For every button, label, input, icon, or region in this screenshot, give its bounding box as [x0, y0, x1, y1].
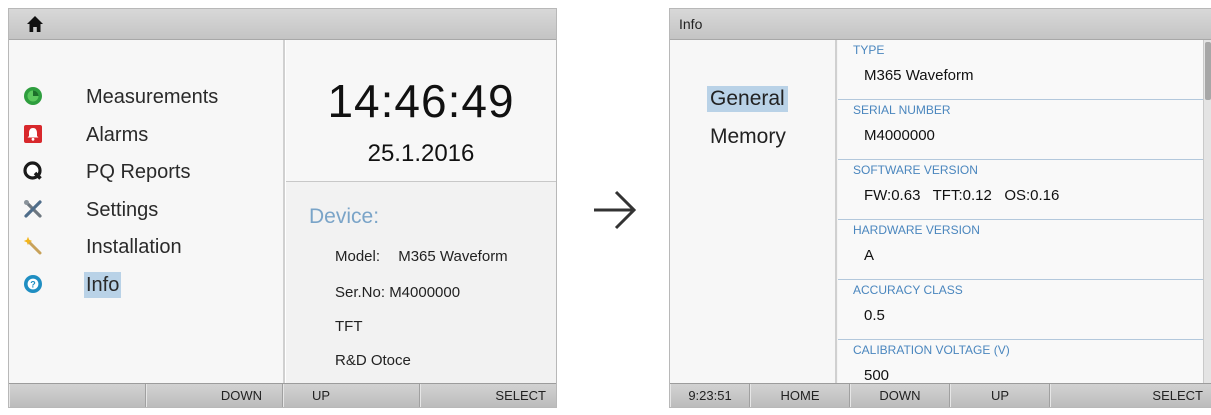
right-arrow-icon — [594, 190, 637, 230]
softkey-up[interactable]: UP — [950, 384, 1050, 407]
softkey-label: SELECT — [1152, 388, 1203, 403]
svg-text:?: ? — [30, 280, 36, 290]
softkey-label: DOWN — [220, 388, 262, 403]
home-icon[interactable] — [26, 15, 44, 33]
title-bar — [9, 9, 556, 40]
device-display: TFT — [335, 318, 363, 335]
menu-label: Measurements — [86, 86, 219, 108]
field-value: A — [864, 247, 875, 264]
screen-title: Info — [679, 16, 703, 32]
menu-item-measurements[interactable]: Measurements — [23, 82, 273, 112]
pq-reports-icon — [23, 161, 42, 180]
softkey-label: SELECT — [495, 388, 546, 403]
field-value: M365 Waveform — [864, 67, 974, 84]
softkey-select[interactable]: SELECT — [420, 384, 556, 407]
field-label: HARDWARE VERSION — [853, 223, 980, 237]
menu-label: Alarms — [86, 124, 149, 146]
menu-label: PQ Reports — [86, 161, 191, 183]
info-nav: General Memory — [670, 40, 835, 385]
softkey-bar: 9:23:51 HOME DOWN UP SELECT — [670, 383, 1211, 407]
measurements-icon — [24, 87, 42, 105]
field-label: ACCURACY CLASS — [853, 283, 963, 297]
installation-wand-icon — [23, 236, 42, 255]
info-field-software-version: SOFTWARE VERSION FW:0.63 TFT:0.12 OS:0.1… — [838, 160, 1205, 220]
info-screen: Info General Memory TYPE M365 Waveform S… — [669, 8, 1211, 408]
menu-label: Info — [84, 272, 122, 298]
device-model-value: M365 Waveform — [398, 248, 508, 265]
softkey-bar: DOWN UP SELECT — [9, 383, 556, 407]
nav-item-memory[interactable]: Memory — [707, 124, 789, 150]
field-label: SOFTWARE VERSION — [853, 163, 978, 177]
field-value: M4000000 — [864, 127, 935, 144]
softkey-label: UP — [990, 388, 1010, 403]
info-field-accuracy-class: ACCURACY CLASS 0.5 — [838, 280, 1205, 340]
status-time: 9:23:51 — [670, 384, 750, 407]
main-menu-screen: Measurements Alarms PQ Reports Settings … — [8, 8, 557, 408]
field-label: SERIAL NUMBER — [853, 103, 951, 117]
panel-divider — [835, 40, 837, 385]
softkey-home[interactable]: HOME — [750, 384, 850, 407]
menu-item-info[interactable]: ? Info — [23, 270, 273, 300]
scroll-thumb[interactable] — [1205, 42, 1211, 100]
main-menu: Measurements Alarms PQ Reports Settings … — [9, 40, 283, 385]
menu-item-alarms[interactable]: Alarms — [23, 120, 273, 150]
softkey-label: DOWN — [879, 388, 921, 403]
field-value: FW:0.63 TFT:0.12 OS:0.16 — [864, 187, 1060, 204]
softkey-label: HOME — [780, 388, 820, 403]
scrollbar[interactable] — [1203, 40, 1211, 385]
softkey-down[interactable]: DOWN — [146, 384, 283, 407]
info-fields: TYPE M365 Waveform SERIAL NUMBER M400000… — [838, 40, 1205, 385]
device-heading: Device: — [309, 205, 380, 228]
clock-date: 25.1.2016 — [367, 140, 475, 167]
clock-time: 14:46:49 — [327, 75, 515, 127]
menu-label: Installation — [86, 236, 182, 258]
nav-item-general[interactable]: General — [707, 86, 788, 112]
softkey-select[interactable]: SELECT — [1050, 384, 1211, 407]
device-serial: Ser.No: M4000000 — [335, 284, 461, 301]
menu-label: Settings — [86, 199, 159, 221]
field-value: 500 — [864, 367, 890, 384]
info-icon: ? — [24, 275, 42, 293]
softkey-label: UP — [312, 388, 331, 403]
softkey-up[interactable]: UP — [283, 384, 420, 407]
device-location: R&D Otoce — [335, 352, 411, 369]
menu-item-pq-reports[interactable]: PQ Reports — [23, 157, 273, 187]
field-label: TYPE — [853, 43, 885, 57]
settings-tools-icon — [24, 200, 42, 218]
softkey-empty[interactable] — [9, 384, 146, 407]
info-field-hardware-version: HARDWARE VERSION A — [838, 220, 1205, 280]
device-model: Model: M365 Waveform — [335, 248, 508, 265]
device-model-label: Model: — [335, 248, 381, 265]
field-value: 0.5 — [864, 307, 885, 324]
info-field-serial-number: SERIAL NUMBER M4000000 — [838, 100, 1205, 160]
menu-item-installation[interactable]: Installation — [23, 232, 273, 262]
title-bar: Info — [670, 9, 1211, 40]
softkey-down[interactable]: DOWN — [850, 384, 950, 407]
clock-panel: 14:46:49 25.1.2016 — [286, 40, 556, 182]
field-label: CALIBRATION VOLTAGE (V) — [853, 343, 1010, 357]
status-time-label: 9:23:51 — [688, 388, 732, 403]
device-panel: Device: Model: M365 Waveform Ser.No: M40… — [286, 182, 556, 385]
info-field-type: TYPE M365 Waveform — [838, 40, 1205, 100]
alarm-bell-icon — [24, 125, 42, 143]
menu-item-settings[interactable]: Settings — [23, 195, 273, 225]
